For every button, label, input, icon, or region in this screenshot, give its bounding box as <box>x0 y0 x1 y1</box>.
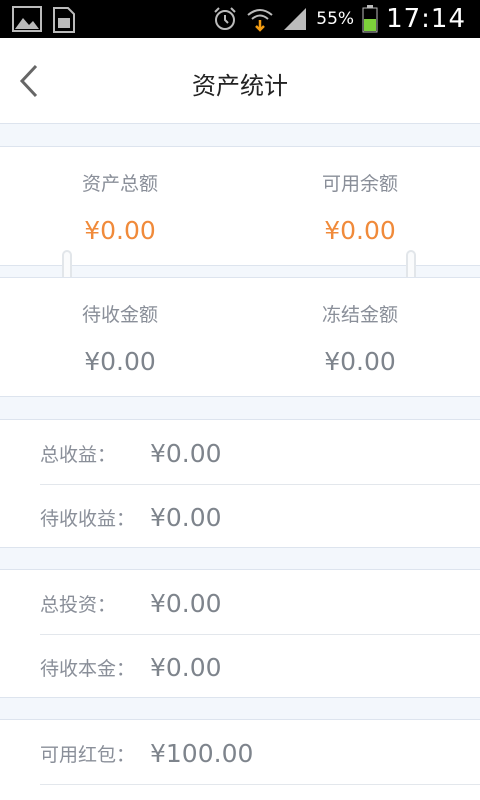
available-balance-cell: 可用余额 ¥0.00 <box>240 147 480 245</box>
summary-card-top: 资产总额 ¥0.00 可用余额 ¥0.00 <box>0 146 480 266</box>
wifi-download-icon <box>246 6 274 32</box>
sim-card-icon <box>52 6 76 34</box>
pending-earnings-row: 待收收益： ¥0.00 <box>40 485 480 549</box>
pending-principal-value: ¥0.00 <box>150 652 222 682</box>
battery-icon <box>362 5 378 33</box>
available-balance-value: ¥0.00 <box>324 216 396 245</box>
pending-principal-row: 待收本金： ¥0.00 <box>40 635 480 699</box>
summary-card-bottom: 待收金额 ¥0.00 冻结金额 ¥0.00 <box>0 277 480 397</box>
clock: 17:14 <box>386 4 466 34</box>
status-bar: 55% 17:14 <box>0 0 480 38</box>
investment-card: 总投资： ¥0.00 待收本金： ¥0.00 <box>0 569 480 698</box>
pending-amount-cell: 待收金额 ¥0.00 <box>0 278 240 376</box>
row-divider <box>40 784 480 785</box>
pending-earnings-label: 待收收益： <box>40 507 136 530</box>
image-icon <box>12 6 42 34</box>
total-earnings-value: ¥0.00 <box>150 438 222 468</box>
frozen-amount-value: ¥0.00 <box>324 347 396 376</box>
available-red-packet-label: 可用红包： <box>40 743 136 766</box>
total-assets-value: ¥0.00 <box>84 216 156 245</box>
pending-amount-label: 待收金额 <box>81 304 158 326</box>
alarm-icon <box>212 6 238 32</box>
pending-amount-value: ¥0.00 <box>84 347 156 376</box>
available-red-packet-row: 可用红包： ¥100.00 <box>40 721 480 785</box>
total-assets-cell: 资产总额 ¥0.00 <box>0 147 240 245</box>
red-packet-card: 可用红包： ¥100.00 <box>0 719 480 800</box>
total-investment-row: 总投资： ¥0.00 <box>40 571 480 635</box>
total-assets-label: 资产总额 <box>81 173 158 195</box>
available-red-packet-value: ¥100.00 <box>150 738 254 768</box>
frozen-amount-label: 冻结金额 <box>321 304 398 326</box>
total-earnings-row: 总收益： ¥0.00 <box>40 421 480 485</box>
earnings-card: 总收益： ¥0.00 待收收益： ¥0.00 <box>0 419 480 548</box>
available-balance-label: 可用余额 <box>321 173 398 195</box>
total-investment-value: ¥0.00 <box>150 588 222 618</box>
frozen-amount-cell: 冻结金额 ¥0.00 <box>240 278 480 376</box>
total-investment-label: 总投资： <box>40 593 117 616</box>
total-earnings-label: 总收益： <box>40 443 117 466</box>
signal-icon <box>282 6 308 32</box>
pending-earnings-value: ¥0.00 <box>150 502 222 532</box>
battery-percent: 55% <box>316 9 355 29</box>
page-title: 资产统计 <box>192 72 288 100</box>
pending-principal-label: 待收本金： <box>40 657 136 680</box>
app-header: 资产统计 <box>0 38 480 124</box>
